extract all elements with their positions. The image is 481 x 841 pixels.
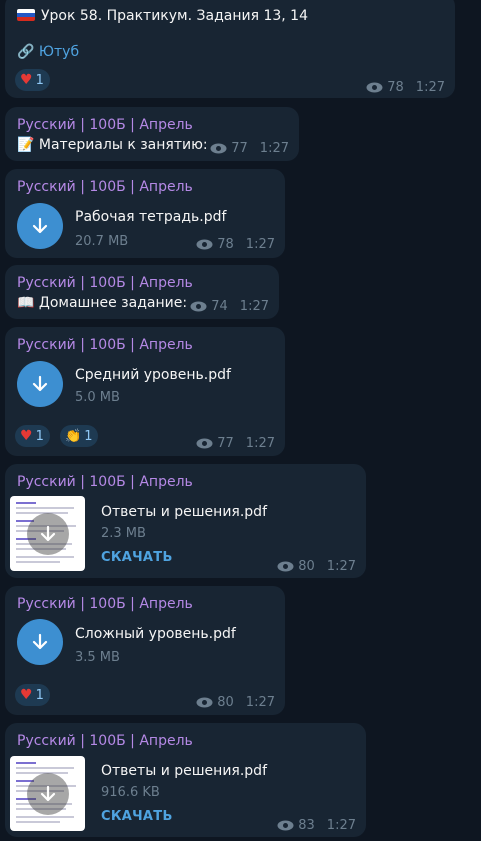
download-arrow-icon [32,217,48,234]
views-icon [277,561,294,572]
views-icon [210,143,227,154]
view-count: 78 [387,80,404,95]
reaction-heart[interactable]: ♥ 1 [15,684,50,706]
download-arrow-icon [32,375,48,392]
message-bubble: Русский | 100Б | Апрель 📖 Домашнее задан… [5,265,279,319]
message-time: 1:27 [259,141,289,156]
views-icon [196,438,213,449]
download-button[interactable] [17,361,63,407]
message-bubble: Русский | 100Б | Апрель Ответы и решения… [5,464,366,578]
clap-icon: 👏 [65,428,82,444]
book-icon: 📖 [17,295,35,311]
file-size: 20.7 MB [75,234,129,249]
memo-icon: 📝 [17,137,35,153]
message-time: 1:27 [245,695,275,710]
download-arrow-icon [40,525,56,542]
heart-icon: ♥ [20,428,33,444]
view-count: 77 [231,141,248,156]
file-thumbnail[interactable] [10,496,85,571]
download-overlay[interactable] [27,773,69,815]
heart-icon: ♥ [20,72,33,88]
download-button[interactable] [17,619,63,665]
link-icon: 🔗 [17,44,35,60]
view-count: 83 [298,818,315,833]
views-icon [190,301,207,312]
file-name[interactable]: Рабочая тетрадь.pdf [75,209,226,225]
message-bubble: Русский | 100Б | Апрель Ответы и решения… [5,723,366,837]
message-time: 1:27 [245,237,275,252]
file-thumbnail[interactable] [10,756,85,831]
file-size: 5.0 MB [75,390,120,405]
sender-name[interactable]: Русский | 100Б | Апрель [17,117,193,133]
reaction-heart[interactable]: ♥ 1 [15,69,50,91]
file-size: 916.6 KB [101,785,160,800]
file-size: 3.5 MB [75,650,120,665]
download-overlay[interactable] [27,513,69,555]
russia-flag-icon [17,9,35,21]
file-name[interactable]: Ответы и решения.pdf [101,504,267,520]
message-time: 1:27 [245,436,275,451]
view-count: 80 [217,695,234,710]
message-bubble: Урок 58. Практикум. Задания 13, 14 🔗 Юту… [5,0,455,98]
message-text: 📝 Материалы к занятию: [17,137,208,153]
sender-name[interactable]: Русский | 100Б | Апрель [17,474,193,490]
message-bubble: Русский | 100Б | Апрель 📝 Материалы к за… [5,107,299,161]
file-name[interactable]: Средний уровень.pdf [75,367,231,383]
file-name[interactable]: Сложный уровень.pdf [75,626,236,642]
file-size: 2.3 MB [101,526,146,541]
views-icon [277,820,294,831]
message-meta: 78 1:27 [196,237,275,252]
sender-name[interactable]: Русский | 100Б | Апрель [17,337,193,353]
views-icon [196,697,213,708]
reaction-heart[interactable]: ♥ 1 [15,425,50,447]
download-arrow-icon [32,633,48,650]
view-count: 74 [211,299,228,314]
sender-name[interactable]: Русский | 100Б | Апрель [17,275,193,291]
message-meta: 83 1:27 [277,818,356,833]
views-icon [196,239,213,250]
download-button[interactable] [17,203,63,249]
message-meta: 74 1:27 [190,299,269,314]
message-time: 1:27 [239,299,269,314]
message-bubble: Русский | 100Б | Апрель Сложный уровень.… [5,586,285,715]
message-meta: 77 1:27 [210,141,289,156]
message-time: 1:27 [326,818,356,833]
message-time: 1:27 [326,559,356,574]
view-count: 77 [217,436,234,451]
message-meta: 78 1:27 [366,80,445,95]
sender-name[interactable]: Русский | 100Б | Апрель [17,596,193,612]
view-count: 80 [298,559,315,574]
views-icon [366,82,383,93]
sender-name[interactable]: Русский | 100Б | Апрель [17,179,193,195]
message-bubble: Русский | 100Б | Апрель Средний уровень.… [5,327,285,456]
download-link[interactable]: СКАЧАТЬ [101,550,173,565]
sender-name[interactable]: Русский | 100Б | Апрель [17,733,193,749]
download-link[interactable]: СКАЧАТЬ [101,809,173,824]
message-meta: 80 1:27 [196,695,275,710]
download-arrow-icon [40,785,56,802]
message-text: 📖 Домашнее задание: [17,295,188,311]
message-meta: 80 1:27 [277,559,356,574]
message-meta: 77 1:27 [196,436,275,451]
message-bubble: Русский | 100Б | Апрель Рабочая тетрадь.… [5,169,285,258]
reaction-clap[interactable]: 👏 1 [60,425,99,447]
message-time: 1:27 [415,80,445,95]
heart-icon: ♥ [20,687,33,703]
view-count: 78 [217,237,234,252]
file-name[interactable]: Ответы и решения.pdf [101,763,267,779]
message-text: Урок 58. Практикум. Задания 13, 14 [17,8,308,24]
youtube-link[interactable]: 🔗 Ютуб [17,44,79,60]
